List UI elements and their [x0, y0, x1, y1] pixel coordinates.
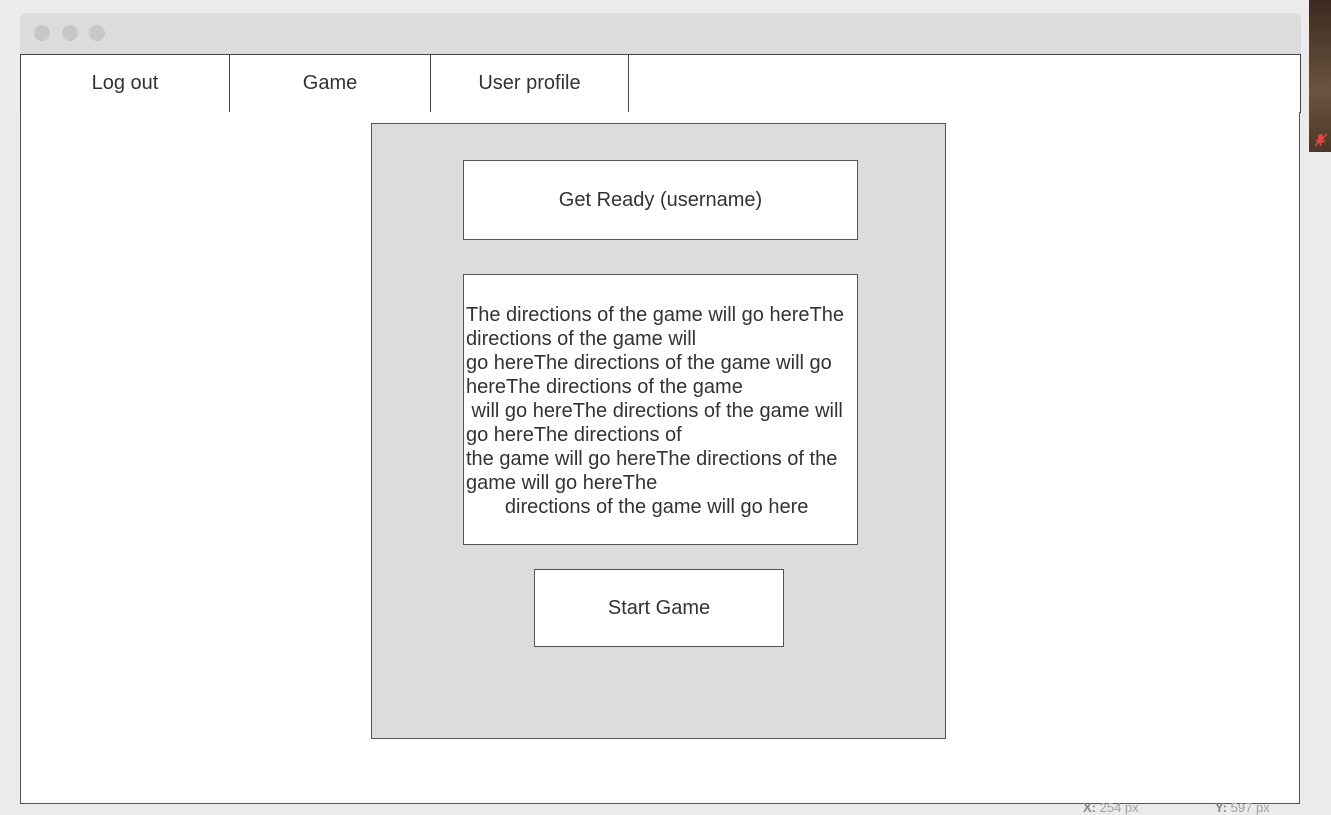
window-titlebar [20, 13, 1301, 54]
nav-item-log-out[interactable]: Log out [21, 55, 230, 112]
y-coordinate-readout: Y: 597 px [1215, 800, 1270, 815]
start-game-button[interactable]: Start Game [534, 569, 784, 647]
x-coordinate-readout: X: 254 px [1083, 800, 1139, 815]
game-directions-text: The directions of the game will go hereT… [463, 274, 858, 545]
close-window-dot[interactable] [34, 25, 50, 41]
y-coordinate-value: 597 px [1230, 800, 1270, 815]
y-coordinate-label: Y: [1215, 800, 1228, 815]
top-navbar: Log out Game User profile [20, 54, 1301, 113]
mic-muted-icon [1314, 133, 1328, 147]
maximize-window-dot[interactable] [89, 25, 105, 41]
x-coordinate-label: X: [1083, 800, 1096, 815]
nav-item-game[interactable]: Game [230, 55, 431, 112]
x-coordinate-value: 254 px [1099, 800, 1139, 815]
nav-item-user-profile[interactable]: User profile [431, 55, 629, 112]
minimize-window-dot[interactable] [62, 25, 78, 41]
video-thumbnail [1309, 0, 1331, 152]
get-ready-banner: Get Ready (username) [463, 160, 858, 240]
